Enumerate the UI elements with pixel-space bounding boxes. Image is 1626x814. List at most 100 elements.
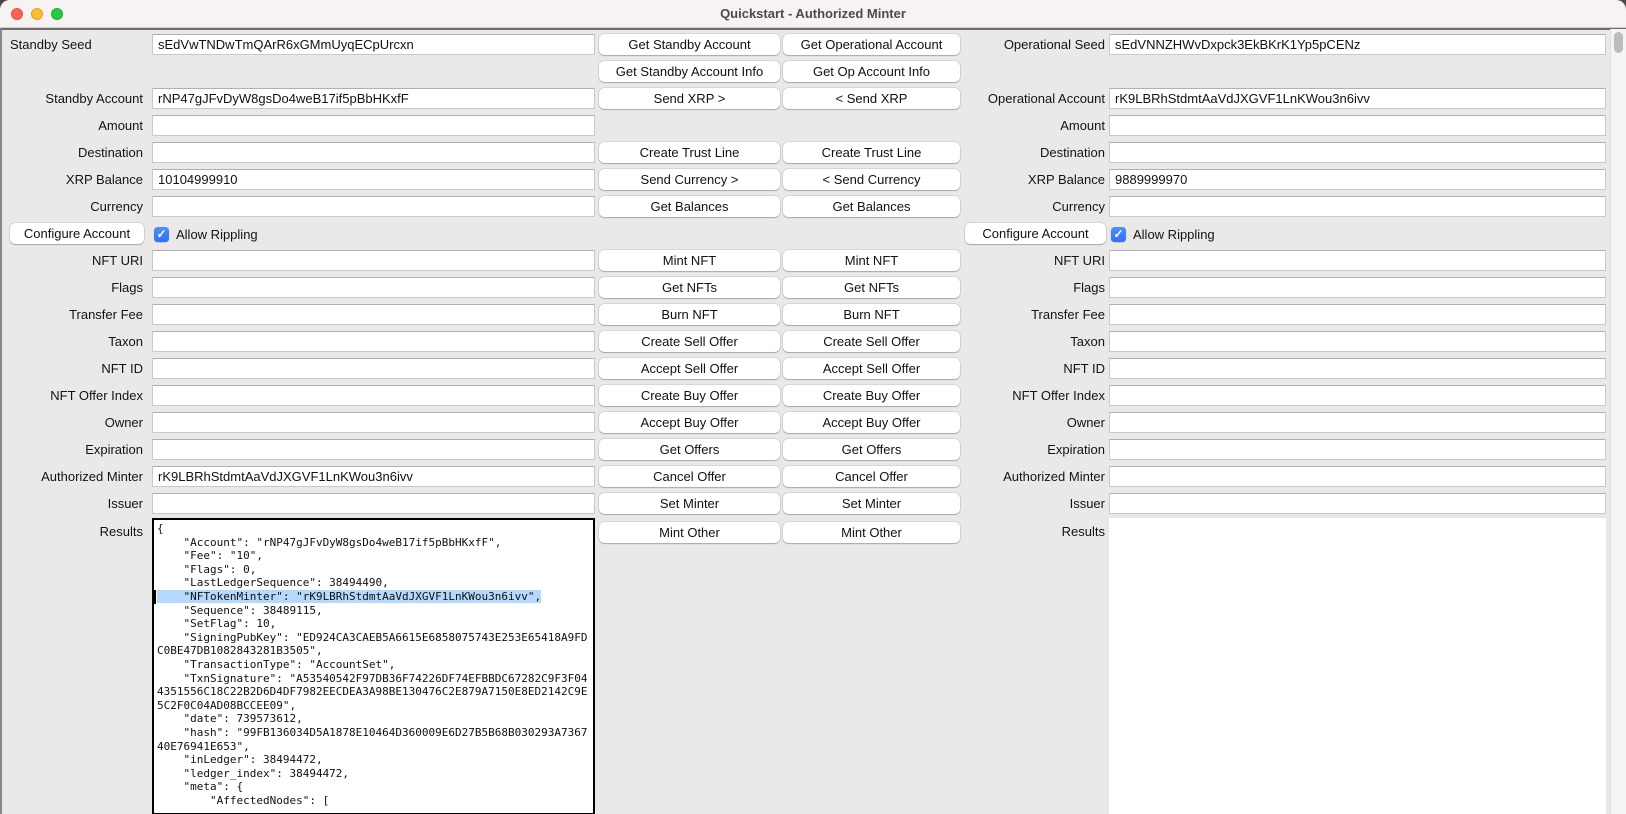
standby-destination-label: Destination <box>78 145 143 160</box>
results-line: 4351556C18C22B2D6D4DF7982EECDEA3A98BE130… <box>157 685 593 699</box>
standby-taxon-field[interactable] <box>152 331 595 352</box>
operational-nft-offer-index-label: NFT Offer Index <box>1012 388 1105 403</box>
form-row: Standby SeedGet Standby AccountGet Opera… <box>2 31 1606 58</box>
operational-amount-field[interactable] <box>1109 115 1606 136</box>
standby-burn-nft-button[interactable]: Burn NFT <box>599 304 780 325</box>
operational-cancel-offer-button[interactable]: Cancel Offer <box>783 466 960 487</box>
standby-create-buy-offer-button[interactable]: Create Buy Offer <box>599 385 780 406</box>
operational-nft-offer-index-field[interactable] <box>1109 385 1606 406</box>
operational-currency-field[interactable] <box>1109 196 1606 217</box>
operational-create-trust-line-button[interactable]: Create Trust Line <box>783 142 960 163</box>
close-button[interactable] <box>11 8 23 20</box>
standby-mint-nft-button[interactable]: Mint NFT <box>599 250 780 271</box>
standby-configure-account-button[interactable]: Configure Account <box>10 223 144 244</box>
form-row: Destination Create Trust LineCreate Trust… <box>2 139 1606 166</box>
standby-transfer-fee-field[interactable] <box>152 304 595 325</box>
standby-flags-field[interactable] <box>152 277 595 298</box>
standby-get-nfts-button[interactable]: Get NFTs <box>599 277 780 298</box>
standby-nft-uri-field[interactable] <box>152 250 595 271</box>
operational-seed-field[interactable] <box>1109 34 1606 55</box>
operational-burn-nft-button[interactable]: Burn NFT <box>783 304 960 325</box>
operational-taxon-field[interactable] <box>1109 331 1606 352</box>
operational-nft-id-field[interactable] <box>1109 358 1606 379</box>
operational-get-balances-button[interactable]: Get Balances <box>783 196 960 217</box>
operational-get-nfts-button[interactable]: Get NFTs <box>783 277 960 298</box>
standby-nft-id-field[interactable] <box>152 358 595 379</box>
standby-account-field[interactable] <box>152 88 595 109</box>
operational-flags-field[interactable] <box>1109 277 1606 298</box>
operational-authorized-minter-field[interactable] <box>1109 466 1606 487</box>
form-row: NFT IDAccept Sell OfferAccept Sell Offer… <box>2 355 1606 382</box>
operational-get-offers-button[interactable]: Get Offers <box>783 439 960 460</box>
standby-currency-field[interactable] <box>152 196 595 217</box>
get-op-account-info-button[interactable]: Get Op Account Info <box>783 61 960 82</box>
standby-destination-field[interactable] <box>152 142 595 163</box>
standby-mint-other-button[interactable]: Mint Other <box>599 522 780 543</box>
operational-nft-uri-field[interactable] <box>1109 250 1606 271</box>
operational-account-field[interactable] <box>1109 88 1606 109</box>
operational-accept-buy-offer-button[interactable]: Accept Buy Offer <box>783 412 960 433</box>
operational-transfer-fee-field[interactable] <box>1109 304 1606 325</box>
results-line: 5C2F0C04AD08BCCEE09", <box>157 699 593 713</box>
minimize-button[interactable] <box>31 8 43 20</box>
standby-taxon-label: Taxon <box>108 334 143 349</box>
operational-configure-account-button[interactable]: Configure Account <box>965 223 1106 244</box>
operational-taxon-label: Taxon <box>1070 334 1105 349</box>
operational-destination-field[interactable] <box>1109 142 1606 163</box>
standby-get-balances-button[interactable]: Get Balances <box>599 196 780 217</box>
form-row: IssuerSet MinterSet MinterIssuer <box>2 490 1606 517</box>
get-standby-account-info-button[interactable]: Get Standby Account Info <box>599 61 780 82</box>
results-line: { <box>157 522 593 536</box>
standby-accept-buy-offer-button[interactable]: Accept Buy Offer <box>599 412 780 433</box>
get-operational-account-button[interactable]: Get Operational Account <box>783 34 960 55</box>
results-line: "NFTokenMinter": "rK9LBRhStdmtAaVdJXGVF1… <box>157 590 593 604</box>
standby-issuer-field[interactable] <box>152 493 595 514</box>
standby-cancel-offer-button[interactable]: Cancel Offer <box>599 466 780 487</box>
operational-accept-sell-offer-button[interactable]: Accept Sell Offer <box>783 358 960 379</box>
operational-owner-field[interactable] <box>1109 412 1606 433</box>
scrollbar-thumb[interactable] <box>1614 32 1623 53</box>
operational-owner-label: Owner <box>1067 415 1105 430</box>
form-row: NFT URIMint NFTMint NFTNFT URI <box>2 247 1606 274</box>
standby-owner-field[interactable] <box>152 412 595 433</box>
standby-authorized-minter-field[interactable] <box>152 466 595 487</box>
get-standby-account-button[interactable]: Get Standby Account <box>599 34 780 55</box>
form-row: XRP BalanceSend Currency >< Send Currenc… <box>2 166 1606 193</box>
results-line: "hash": "99FB136034D5A1878E10464D360009E… <box>157 726 593 740</box>
operational-xrp-balance-field[interactable] <box>1109 169 1606 190</box>
standby-xrp-balance-field[interactable] <box>152 169 595 190</box>
standby-expiration-field[interactable] <box>152 439 595 460</box>
operational-create-sell-offer-button[interactable]: Create Sell Offer <box>783 331 960 352</box>
operational-currency-label: Currency <box>1052 199 1105 214</box>
send-xrp-to-standby-button[interactable]: < Send XRP <box>783 88 960 109</box>
operational-issuer-field[interactable] <box>1109 493 1606 514</box>
standby-create-trust-line-button[interactable]: Create Trust Line <box>599 142 780 163</box>
standby-amount-field[interactable] <box>152 115 595 136</box>
operational-create-buy-offer-button[interactable]: Create Buy Offer <box>783 385 960 406</box>
standby-seed-field[interactable] <box>152 34 595 55</box>
operational-set-minter-button[interactable]: Set Minter <box>783 493 960 514</box>
send-xrp-to-operational-button[interactable]: Send XRP > <box>599 88 780 109</box>
operational-mint-nft-button[interactable]: Mint NFT <box>783 250 960 271</box>
vertical-scrollbar[interactable] <box>1610 29 1626 814</box>
standby-accept-sell-offer-button[interactable]: Accept Sell Offer <box>599 358 780 379</box>
standby-create-sell-offer-button[interactable]: Create Sell Offer <box>599 331 780 352</box>
operational-expiration-field[interactable] <box>1109 439 1606 460</box>
operational-nft-uri-label: NFT URI <box>1054 253 1105 268</box>
operational-mint-other-button[interactable]: Mint Other <box>783 522 960 543</box>
operational-allow-rippling-checkbox[interactable] <box>1111 227 1126 242</box>
standby-allow-rippling-checkbox[interactable] <box>154 227 169 242</box>
standby-set-minter-button[interactable]: Set Minter <box>599 493 780 514</box>
title-bar[interactable]: Quickstart - Authorized Minter <box>0 0 1626 28</box>
operational-allow-rippling-checkbox-label: Allow Rippling <box>1133 227 1215 242</box>
zoom-button[interactable] <box>51 8 63 20</box>
standby-results-text[interactable]: { "Account": "rNP47gJFvDyW8gsDo4weB17if5… <box>152 518 595 814</box>
standby-get-offers-button[interactable]: Get Offers <box>599 439 780 460</box>
operational-flags-label: Flags <box>1073 280 1105 295</box>
standby-nft-offer-index-field[interactable] <box>152 385 595 406</box>
send-currency-to-standby-button[interactable]: < Send Currency <box>783 169 960 190</box>
send-currency-to-operational-button[interactable]: Send Currency > <box>599 169 780 190</box>
form-row: Configure Account Allow Rippling Configure… <box>2 220 1606 247</box>
operational-results-text[interactable] <box>1109 518 1606 814</box>
operational-seed-label: Operational Seed <box>1004 37 1105 52</box>
